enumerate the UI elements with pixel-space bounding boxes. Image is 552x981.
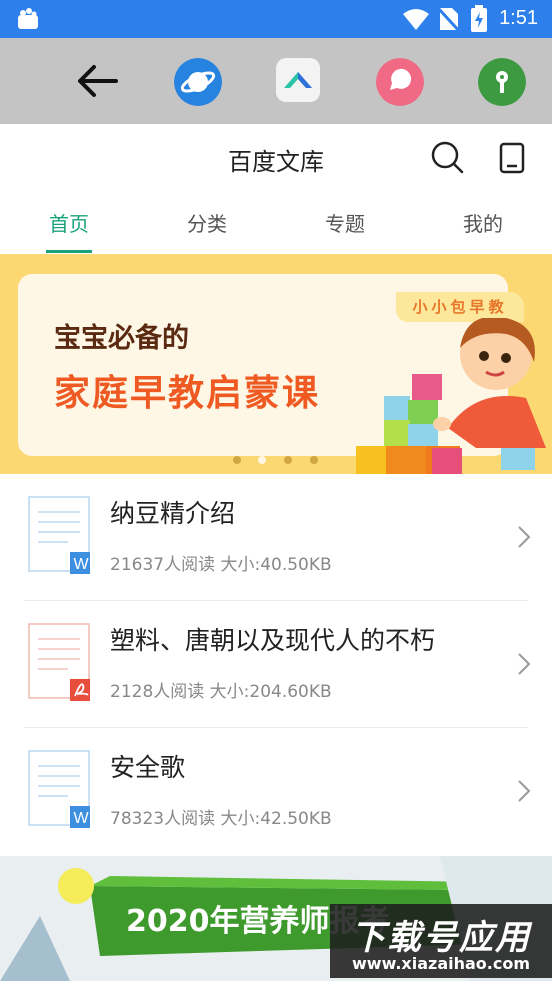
key-app-icon[interactable] <box>478 58 526 106</box>
carousel-dot-1[interactable] <box>233 456 241 464</box>
page-title: 百度文库 <box>228 148 324 176</box>
child-with-blocks-illustration <box>356 318 546 474</box>
tab-mine[interactable]: 我的 <box>414 208 552 237</box>
word-doc-icon: W <box>28 496 90 574</box>
banner-headline: 宝宝必备的 <box>54 323 189 354</box>
planet-app-icon[interactable] <box>174 58 222 106</box>
doc-meta: 2128人阅读 大小:204.60KB <box>110 682 332 702</box>
battery-charging-icon <box>471 5 487 32</box>
app-header: 百度文库 <box>0 124 552 194</box>
svg-text:W: W <box>73 810 89 827</box>
promo-banner[interactable]: 小小包早教 宝宝必备的 家庭早教启蒙课 <box>0 254 552 474</box>
list-item[interactable]: W 纳豆精介绍 21637人阅读 大小:40.50KB <box>0 474 552 601</box>
watermark-logo: 下载号应用 www.xiazaihao.com <box>330 904 552 978</box>
chevron-right-icon <box>518 526 531 548</box>
list-item[interactable]: 塑料、唐朝以及现代人的不朽 2128人阅读 大小:204.60KB <box>0 601 552 728</box>
tab-indicator <box>46 250 92 253</box>
chat-app-icon[interactable] <box>376 58 424 106</box>
browser-toolbar <box>0 38 552 124</box>
tablet-icon[interactable] <box>499 142 525 174</box>
svg-text:W: W <box>73 556 89 573</box>
tent-app-icon[interactable] <box>276 58 324 106</box>
doc-title: 塑料、唐朝以及现代人的不朽 <box>110 626 436 655</box>
notification-icon <box>18 8 38 29</box>
tab-bar: 首页 分类 专题 我的 <box>0 194 552 254</box>
carousel-dot-3[interactable] <box>284 456 292 464</box>
banner-subheadline: 家庭早教启蒙课 <box>54 373 321 414</box>
carousel-dot-4[interactable] <box>310 456 318 464</box>
tab-topics[interactable]: 专题 <box>276 208 414 237</box>
word-doc-icon: W <box>28 750 90 828</box>
doc-meta: 78323人阅读 大小:42.50KB <box>110 809 332 829</box>
chevron-right-icon <box>518 653 531 675</box>
status-time: 1:51 <box>499 7 538 29</box>
back-arrow-icon[interactable] <box>76 64 118 98</box>
status-bar: 1:51 <box>0 0 552 38</box>
wifi-icon <box>403 9 429 30</box>
search-icon[interactable] <box>430 140 464 174</box>
watermark-url-text: www.xiazaihao.com <box>352 954 530 973</box>
doc-meta: 21637人阅读 大小:40.50KB <box>110 555 332 575</box>
chevron-right-icon <box>518 780 531 802</box>
pdf-doc-icon <box>28 623 90 701</box>
doc-title: 纳豆精介绍 <box>110 499 236 528</box>
tab-home[interactable]: 首页 <box>0 208 138 237</box>
watermark-main-text: 下载号应用 <box>351 918 531 958</box>
carousel-dot-2[interactable] <box>258 456 266 464</box>
list-item[interactable]: W 安全歌 78323人阅读 大小:42.50KB <box>0 728 552 855</box>
tab-category[interactable]: 分类 <box>138 208 276 237</box>
no-sim-icon <box>438 6 460 32</box>
doc-title: 安全歌 <box>110 753 186 782</box>
